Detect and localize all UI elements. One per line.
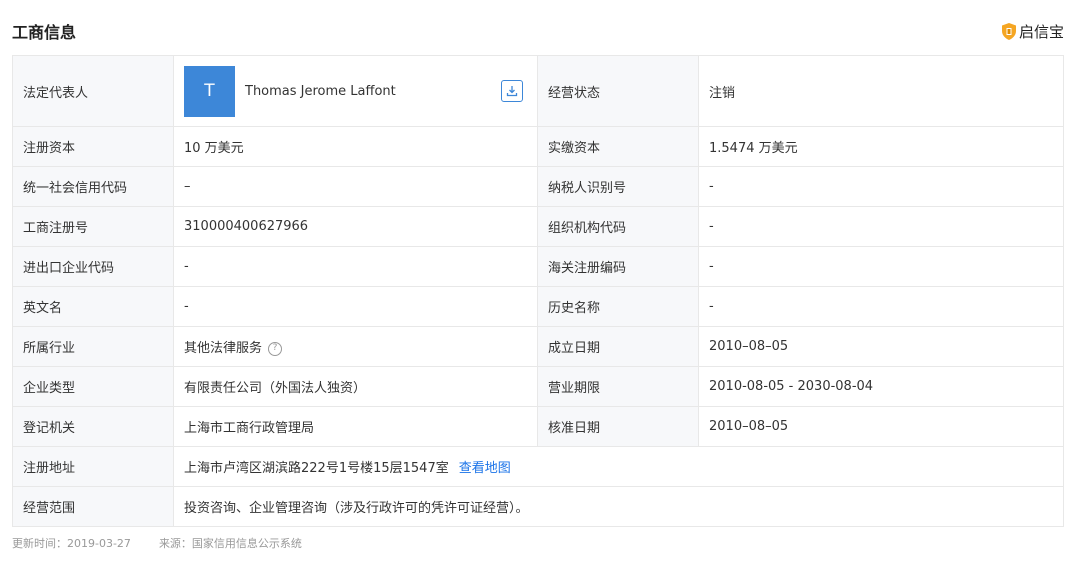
address-text: 上海市卢湾区湖滨路222号1号楼15层1547室 bbox=[184, 461, 449, 476]
download-icon bbox=[506, 86, 518, 97]
download-button[interactable] bbox=[501, 80, 523, 102]
row-label: 工商注册号 bbox=[12, 206, 174, 247]
table-row: 工商注册号 310000400627966 组织机构代码 - bbox=[12, 206, 1064, 247]
table-row: 所属行业 其他法律服务? 成立日期 2010–08–05 bbox=[12, 326, 1064, 367]
row-value: 2010–08–05 bbox=[698, 406, 1064, 447]
row-label: 统一社会信用代码 bbox=[12, 166, 174, 207]
data-source: 来源：国家信用信息公示系统 bbox=[158, 537, 302, 550]
row-label: 核准日期 bbox=[537, 406, 699, 447]
row-label: 英文名 bbox=[12, 286, 174, 327]
label-legal-rep: 法定代表人 bbox=[12, 55, 174, 127]
legal-rep-cell: T Thomas Jerome Laffont bbox=[173, 55, 538, 127]
row-value-industry: 其他法律服务? bbox=[173, 326, 538, 367]
row-label: 企业类型 bbox=[12, 366, 174, 407]
row-value: 有限责任公司（外国法人独资） bbox=[173, 366, 538, 407]
row-label: 实缴资本 bbox=[537, 126, 699, 167]
row-label: 历史名称 bbox=[537, 286, 699, 327]
update-time: 更新时间：2019-03-27 bbox=[12, 537, 131, 550]
row-value: - bbox=[173, 286, 538, 327]
row-value: - bbox=[698, 166, 1064, 207]
table-row: 经营范围 投资咨询、企业管理咨询（涉及行政许可的凭许可证经营）。 bbox=[12, 486, 1064, 527]
table-row: 英文名 - 历史名称 - bbox=[12, 286, 1064, 327]
row-value: – bbox=[173, 166, 538, 207]
value-status: 注销 bbox=[698, 55, 1064, 127]
row-label: 组织机构代码 bbox=[537, 206, 699, 247]
table-row: 登记机关 上海市工商行政管理局 核准日期 2010–08–05 bbox=[12, 406, 1064, 447]
label-status: 经营状态 bbox=[537, 55, 699, 127]
table-row: 进出口企业代码 - 海关注册编码 - bbox=[12, 246, 1064, 287]
label-scope: 经营范围 bbox=[12, 486, 174, 527]
row-value: - bbox=[173, 246, 538, 287]
table-row: 注册资本 10 万美元 实缴资本 1.5474 万美元 bbox=[12, 126, 1064, 167]
row-label: 所属行业 bbox=[12, 326, 174, 367]
row-value: 10 万美元 bbox=[173, 126, 538, 167]
row-label: 成立日期 bbox=[537, 326, 699, 367]
legal-rep-name[interactable]: Thomas Jerome Laffont bbox=[245, 84, 396, 99]
row-label: 纳税人识别号 bbox=[537, 166, 699, 207]
header: 工商信息 启信宝 bbox=[12, 16, 1064, 46]
industry-text: 其他法律服务 bbox=[184, 341, 263, 356]
shield-icon bbox=[1001, 22, 1016, 40]
brand-name: 启信宝 bbox=[1018, 22, 1064, 41]
business-info-table: 法定代表人 T Thomas Jerome Laffont 经营状态 注销 注册… bbox=[12, 55, 1064, 527]
row-label: 注册资本 bbox=[12, 126, 174, 167]
table-row: 注册地址 上海市卢湾区湖滨路222号1号楼15层1547室 查看地图 bbox=[12, 446, 1064, 487]
row-value: 1.5474 万美元 bbox=[698, 126, 1064, 167]
row-label: 海关注册编码 bbox=[537, 246, 699, 287]
label-address: 注册地址 bbox=[12, 446, 174, 487]
row-label: 进出口企业代码 bbox=[12, 246, 174, 287]
table-row: 企业类型 有限责任公司（外国法人独资） 营业期限 2010-08-05 - 20… bbox=[12, 366, 1064, 407]
row-value: 2010–08–05 bbox=[698, 326, 1064, 367]
row-value: - bbox=[698, 286, 1064, 327]
help-icon[interactable]: ? bbox=[268, 341, 283, 356]
value-address: 上海市卢湾区湖滨路222号1号楼15层1547室 查看地图 bbox=[173, 446, 1064, 487]
row-value: - bbox=[698, 206, 1064, 247]
row-label: 登记机关 bbox=[12, 406, 174, 447]
row-label: 营业期限 bbox=[537, 366, 699, 407]
section-title: 工商信息 bbox=[12, 23, 77, 42]
footer: 更新时间：2019-03-27 来源：国家信用信息公示系统 bbox=[12, 535, 302, 551]
avatar[interactable]: T bbox=[184, 65, 235, 117]
row-value: - bbox=[698, 246, 1064, 287]
value-scope: 投资咨询、企业管理咨询（涉及行政许可的凭许可证经营）。 bbox=[173, 486, 1064, 527]
row-value: 2010-08-05 - 2030-08-04 bbox=[698, 366, 1064, 407]
brand-logo[interactable]: 启信宝 bbox=[1001, 21, 1064, 42]
row-value: 310000400627966 bbox=[173, 206, 538, 247]
row-value: 上海市工商行政管理局 bbox=[173, 406, 538, 447]
view-map-link[interactable]: 查看地图 bbox=[459, 461, 511, 476]
table-row: 法定代表人 T Thomas Jerome Laffont 经营状态 注销 bbox=[12, 55, 1064, 127]
table-row: 统一社会信用代码 – 纳税人识别号 - bbox=[12, 166, 1064, 207]
